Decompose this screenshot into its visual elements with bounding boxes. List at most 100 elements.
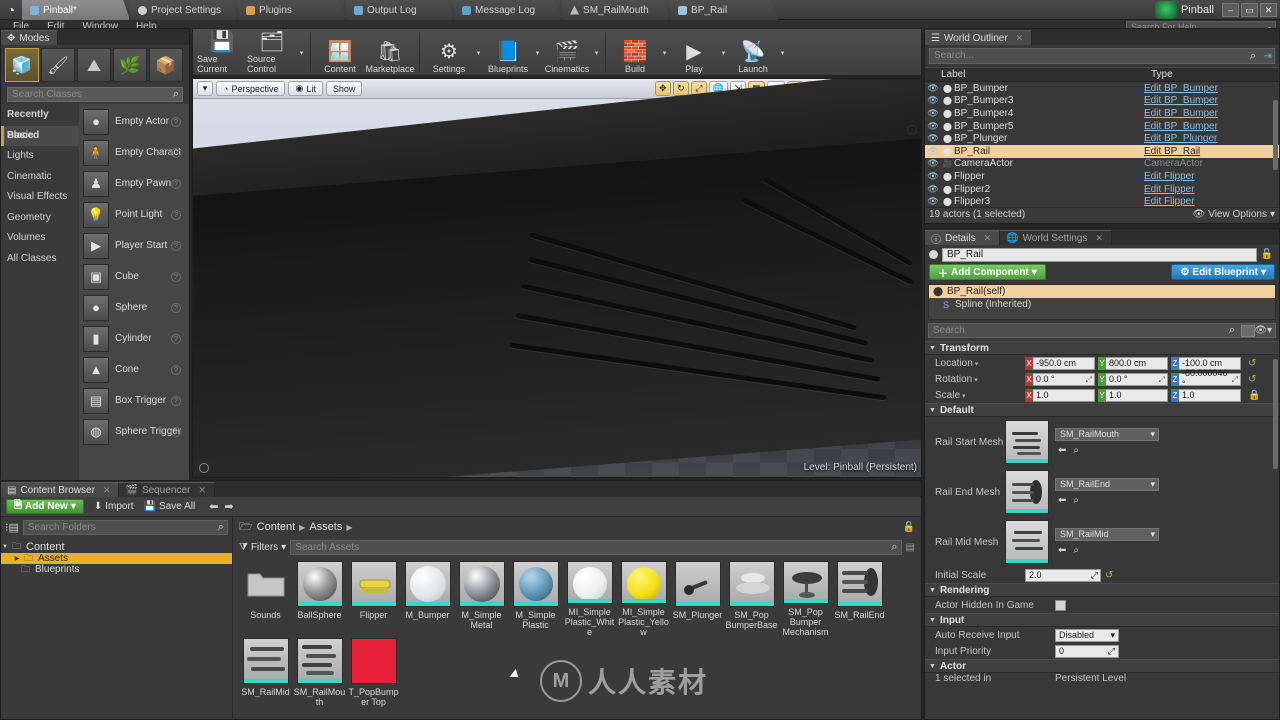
revert-icon[interactable]: ↺ xyxy=(1248,374,1256,385)
visibility-eye-icon[interactable]: 👁 xyxy=(925,83,941,94)
table-row[interactable]: 👁 ⬤ BP_Bumper5 Edit BP_Bumper xyxy=(925,120,1279,133)
property-label[interactable]: Scale xyxy=(935,390,1025,401)
close-icon[interactable]: ✕ xyxy=(1095,233,1103,244)
asset-item[interactable]: MI_Simple Plastic_White xyxy=(563,561,616,637)
rail-end-mesh-combo[interactable]: SM_RailEnd ▾ xyxy=(1055,478,1159,491)
revert-icon[interactable]: ↺ xyxy=(1248,358,1256,369)
help-icon[interactable]: ? xyxy=(171,209,181,220)
grid-view-icon[interactable] xyxy=(1241,324,1255,337)
viewport-options-button[interactable]: ▾ xyxy=(197,81,213,96)
list-item[interactable]: ● Empty Actor ? xyxy=(79,106,189,137)
breadcrumb-content[interactable]: Content xyxy=(257,521,296,533)
blueprints-button[interactable]: 📘 Blueprints xyxy=(483,31,533,75)
table-row[interactable]: 👁 🎥 CameraActor CameraActor xyxy=(925,158,1279,171)
source-control-button[interactable]: 🗂 Source Control xyxy=(247,31,297,75)
forward-arrow-icon[interactable]: ➡ xyxy=(224,500,233,513)
tab-world-settings[interactable]: 🌐 World Settings ✕ xyxy=(1000,230,1112,245)
close-icon[interactable]: ✕ xyxy=(984,233,992,244)
rotate-gizmo-button[interactable]: ↻ xyxy=(672,81,689,96)
asset-grid[interactable]: Sounds BallSphere Flipper M_Bumper M_Sim… xyxy=(233,557,921,720)
display-options-icon[interactable]: 👁▾ xyxy=(1254,324,1272,337)
back-arrow-icon[interactable]: ⬅ xyxy=(209,500,218,513)
table-row[interactable]: 👁 ⬤ BP_Bumper4 Edit BP_Bumper xyxy=(925,107,1279,120)
close-icon[interactable]: ✕ xyxy=(1016,33,1024,44)
column-header-type[interactable]: Type xyxy=(1145,69,1279,80)
details-scrollbar[interactable] xyxy=(1273,359,1278,469)
asset-item-folder[interactable]: Sounds xyxy=(239,561,292,637)
asset-item[interactable]: SM_Pop Bumper Mechanism xyxy=(779,561,832,637)
mesh-thumbnail[interactable] xyxy=(1005,520,1049,564)
help-icon[interactable]: ? xyxy=(171,302,181,313)
spinner-icon[interactable]: ⤢ xyxy=(1232,374,1238,385)
lock-icon[interactable]: 🔒 xyxy=(1248,390,1260,401)
spinner-icon[interactable]: ⤢ xyxy=(1159,374,1165,385)
content-button[interactable]: 🪟 Content xyxy=(315,31,365,75)
help-icon[interactable]: ? xyxy=(171,426,181,437)
asset-item[interactable]: MI_Simple Plastic_Yellow xyxy=(617,561,670,637)
add-component-button[interactable]: ＋ Add Component ▾ xyxy=(929,264,1046,280)
asset-item[interactable]: SM_RailMouth xyxy=(293,638,346,714)
edit-blueprint-button[interactable]: ⚙ Edit Blueprint ▾ xyxy=(1171,264,1275,280)
help-icon[interactable]: ? xyxy=(171,116,181,127)
tab-sequencer[interactable]: 🎬 Sequencer ✕ xyxy=(119,482,215,497)
search-classes-input[interactable]: Search Classes ⌕ xyxy=(7,87,183,102)
landscape-mode-button[interactable]: ⛰ xyxy=(77,48,111,82)
minimize-button[interactable]: – xyxy=(1222,3,1239,17)
property-label[interactable]: Rotation xyxy=(935,374,1025,385)
save-all-button[interactable]: 💾 Save All xyxy=(144,501,196,512)
rotation-y-value[interactable]: 0.0 ° ⤢ xyxy=(1106,372,1168,386)
spinner-icon[interactable]: ⤢ xyxy=(1086,374,1092,385)
save-current-button[interactable]: 💾 Save Current xyxy=(197,31,247,75)
category-basic[interactable]: Basic xyxy=(1,125,79,146)
rail-start-mesh-combo[interactable]: SM_RailMouth ▾ xyxy=(1055,428,1159,441)
visibility-eye-icon[interactable]: 👁 xyxy=(925,196,941,207)
category-lights[interactable]: Lights xyxy=(1,146,79,167)
scale-z-value[interactable]: 1.0 xyxy=(1179,388,1241,402)
help-icon[interactable]: ? xyxy=(171,271,181,282)
folder-content[interactable]: ▼ 🗀 Content xyxy=(1,540,232,553)
visibility-eye-icon[interactable]: 👁 xyxy=(925,108,941,119)
asset-item[interactable]: T_PopBumper Top xyxy=(347,638,400,714)
list-item[interactable]: ▲ Cone ? xyxy=(79,354,189,385)
viewport-lit-button[interactable]: ◉ Lit xyxy=(288,81,323,96)
rail-mid-mesh-combo[interactable]: SM_RailMid ▾ xyxy=(1055,528,1159,541)
list-item[interactable]: ● Sphere ? xyxy=(79,292,189,323)
actor-hidden-checkbox[interactable] xyxy=(1055,599,1066,611)
row-type-link[interactable]: Edit Flipper xyxy=(1144,171,1279,182)
help-icon[interactable]: ? xyxy=(171,147,181,158)
list-item[interactable]: ◍ Sphere Trigger ? xyxy=(79,416,189,447)
list-item[interactable]: ▣ Cube ? xyxy=(79,261,189,292)
auto-receive-input-combo[interactable]: Disabled ▾ xyxy=(1055,628,1119,642)
table-row[interactable]: 👁 ⬤ BP_Bumper Edit BP_Bumper xyxy=(925,82,1279,95)
visibility-eye-icon[interactable]: 👁 xyxy=(925,158,941,169)
table-row[interactable]: 👁 ⬤ Flipper Edit Flipper xyxy=(925,170,1279,183)
scale-x-field[interactable]: X 1.0 xyxy=(1025,388,1095,402)
launch-button[interactable]: 📡 Launch xyxy=(728,31,778,75)
spinner-icon[interactable]: ⤢ xyxy=(1108,646,1115,657)
window-tab-pinball[interactable]: Pinball* xyxy=(22,0,130,20)
chevron-down-icon[interactable]: ▾ xyxy=(297,31,306,75)
chevron-down-icon[interactable]: ▾ xyxy=(533,31,542,75)
play-button[interactable]: ▶ Play xyxy=(669,31,719,75)
asset-item[interactable]: SM_RailMid xyxy=(239,638,292,714)
row-type-link[interactable]: Edit Flipper xyxy=(1144,196,1279,207)
row-type-link[interactable]: Edit BP_Plunger xyxy=(1144,133,1279,144)
visibility-eye-icon[interactable]: 👁 xyxy=(925,121,941,132)
window-tab-output-log[interactable]: Output Log xyxy=(346,0,454,20)
viewport-perspective-button[interactable]: ◔ Perspective xyxy=(216,81,286,96)
place-mode-button[interactable]: 🧊 xyxy=(5,48,39,82)
use-selected-asset-icon[interactable]: ⬅ xyxy=(1058,445,1066,456)
component-row-self[interactable]: ⬤ BP_Rail(self) xyxy=(929,285,1275,298)
rotation-x-value[interactable]: 0.0 ° ⤢ xyxy=(1033,372,1095,386)
expand-icon[interactable]: ⇥ xyxy=(1264,50,1272,64)
visibility-eye-icon[interactable]: 👁 xyxy=(925,95,941,106)
help-icon[interactable]: ? xyxy=(171,178,181,189)
table-row-selected[interactable]: 👁 ⬤ BP_Rail Edit BP_Rail xyxy=(925,144,1279,158)
chevron-down-icon[interactable]: ▾ xyxy=(660,31,669,75)
input-priority-input[interactable]: 0 ⤢ xyxy=(1055,644,1119,658)
list-item[interactable]: ▶ Player Start ? xyxy=(79,230,189,261)
actor-name-input[interactable]: BP_Rail xyxy=(942,247,1257,262)
property-label[interactable]: Location xyxy=(935,358,1025,369)
import-button[interactable]: ⬇ Import xyxy=(94,501,134,512)
help-icon[interactable]: ? xyxy=(171,395,181,406)
